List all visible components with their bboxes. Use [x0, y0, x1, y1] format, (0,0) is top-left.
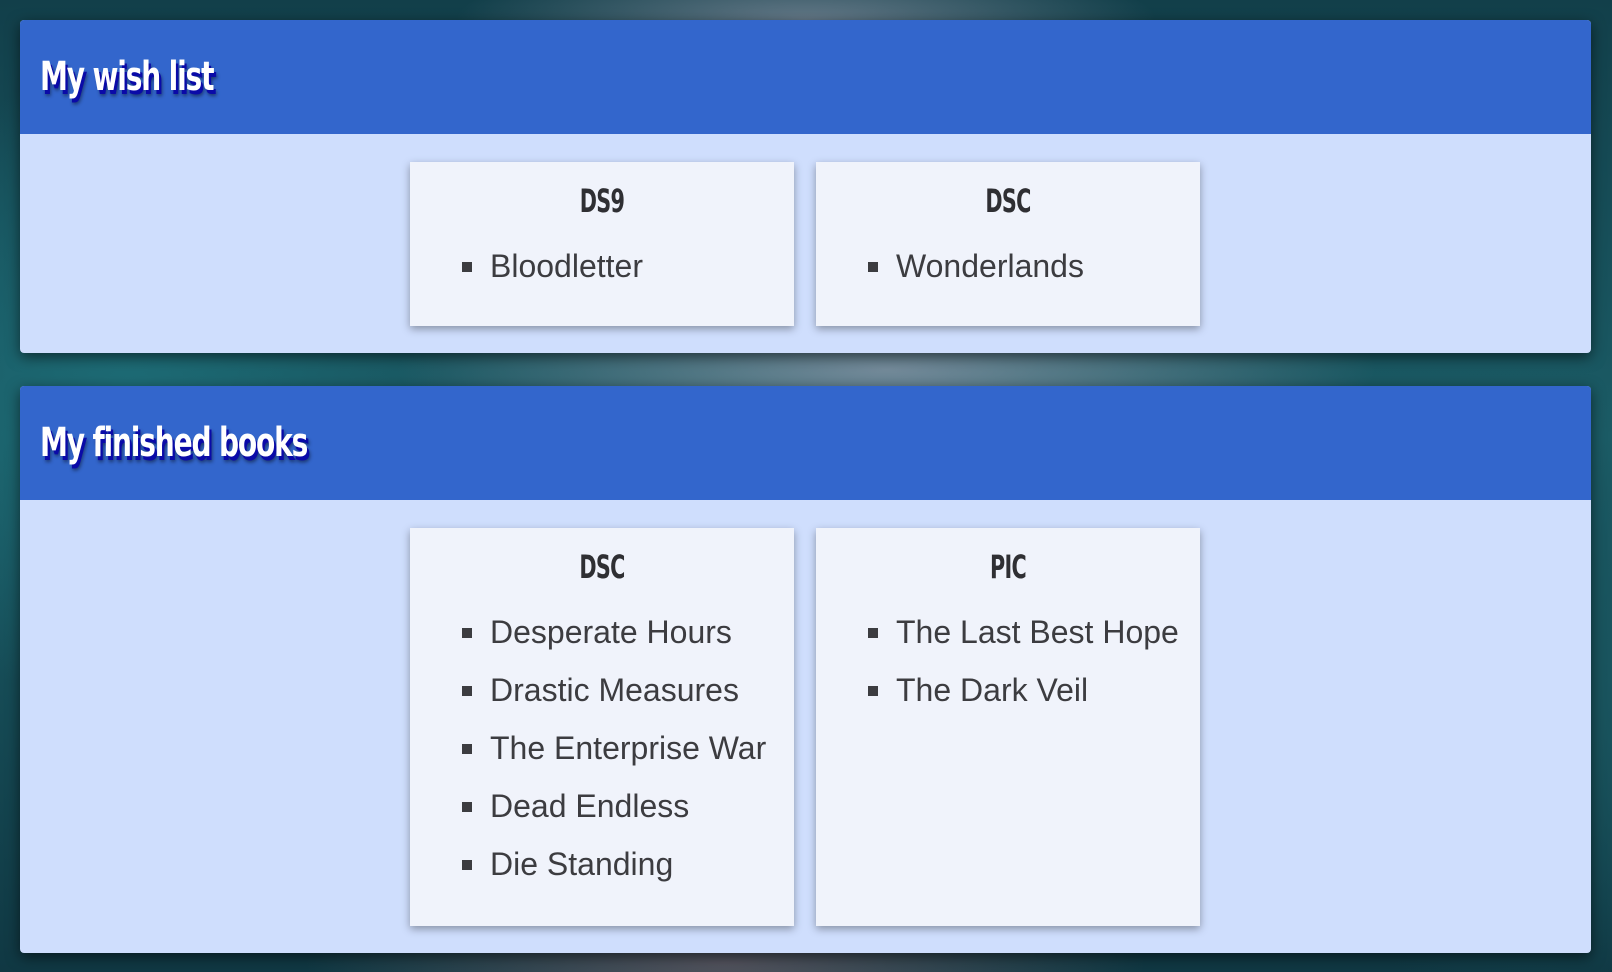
book-list-item: Bloodletter [462, 242, 794, 291]
book-title: Desperate Hours [490, 614, 732, 650]
book-title: Die Standing [490, 846, 674, 882]
finished-books-title: My finished books [40, 420, 308, 466]
series-card-title: DS9 [579, 182, 625, 220]
book-list: The Last Best Hope The Dark Veil [816, 586, 1200, 740]
wish-list-cards: DS9 Bloodletter DSC Wonderlands [20, 134, 1591, 326]
book-title: Drastic Measures [490, 672, 739, 708]
book-list: Bloodletter [410, 220, 794, 316]
square-bullet-icon [462, 744, 472, 754]
finished-books-cards: DSC Desperate Hours Drastic Measures The… [20, 500, 1591, 926]
book-list-item: Dead Endless [462, 782, 794, 831]
wish-list-title: My wish list [40, 54, 215, 100]
square-bullet-icon [868, 628, 878, 638]
wish-list-header: My wish list [20, 20, 1591, 134]
book-list-item: Wonderlands [868, 242, 1200, 291]
square-bullet-icon [462, 802, 472, 812]
book-list: Desperate Hours Drastic Measures The Ent… [410, 586, 794, 914]
book-list-item: The Last Best Hope [868, 608, 1200, 657]
finished-books-section: My finished books DSC Desperate Hours Dr… [20, 386, 1591, 953]
series-card-ds9: DS9 Bloodletter [410, 162, 794, 326]
book-list-item: The Enterprise War [462, 724, 794, 773]
book-title: The Last Best Hope [896, 614, 1179, 650]
book-title: Dead Endless [490, 788, 690, 824]
book-title: Bloodletter [490, 248, 643, 284]
book-title: The Dark Veil [896, 672, 1089, 708]
series-card-dsc: DSC Wonderlands [816, 162, 1200, 326]
square-bullet-icon [868, 262, 878, 272]
book-list-item: Die Standing [462, 840, 794, 889]
square-bullet-icon [868, 686, 878, 696]
square-bullet-icon [462, 628, 472, 638]
finished-books-header: My finished books [20, 386, 1591, 500]
book-list-item: Drastic Measures [462, 666, 794, 715]
series-card-title: DSC [985, 182, 1031, 220]
book-list: Wonderlands [816, 220, 1200, 316]
book-list-item: Desperate Hours [462, 608, 794, 657]
series-card-pic: PIC The Last Best Hope The Dark Veil [816, 528, 1200, 926]
series-card-dsc: DSC Desperate Hours Drastic Measures The… [410, 528, 794, 926]
square-bullet-icon [462, 262, 472, 272]
square-bullet-icon [462, 686, 472, 696]
book-title: The Enterprise War [490, 730, 767, 766]
series-card-title: PIC [990, 548, 1027, 586]
square-bullet-icon [462, 860, 472, 870]
wish-list-section: My wish list DS9 Bloodletter DSC Wonderl… [20, 20, 1591, 353]
book-title: Wonderlands [896, 248, 1084, 284]
book-list-item: The Dark Veil [868, 666, 1200, 715]
series-card-title: DSC [579, 548, 625, 586]
